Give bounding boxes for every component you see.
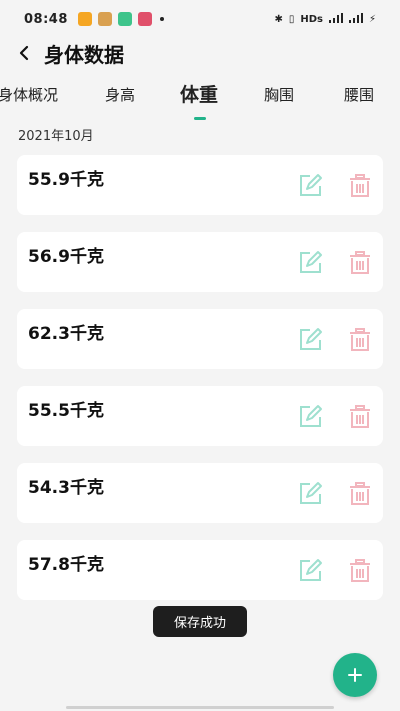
trash-icon (350, 251, 370, 274)
trash-icon (350, 405, 370, 428)
edit-button[interactable] (297, 481, 323, 507)
notes-app-icon (117, 12, 132, 26)
weibo-app-icon (77, 12, 92, 26)
plus-icon (348, 668, 362, 682)
trash-icon (350, 482, 370, 505)
trash-icon (350, 328, 370, 351)
edit-icon (300, 251, 322, 273)
edit-button[interactable] (297, 404, 323, 430)
hd-label: HDs (300, 13, 323, 25)
delete-button[interactable] (347, 250, 373, 276)
signal-icon-2 (348, 12, 363, 26)
weight-record-card: 57.8千克 (17, 540, 383, 600)
edit-button[interactable] (297, 558, 323, 584)
home-indicator (66, 706, 334, 709)
add-record-button[interactable] (333, 653, 377, 697)
weight-record-card: 54.3千克 (17, 463, 383, 523)
weight-value: 57.8千克 (28, 555, 104, 575)
vibrate-icon: ▯ (288, 13, 295, 25)
weight-record-card: 62.3千克 (17, 309, 383, 369)
weight-record-card: 55.9千克 (17, 155, 383, 215)
more-notifications-icon (159, 17, 164, 21)
back-arrow-icon (19, 45, 29, 61)
game-app-icon (97, 12, 112, 26)
active-tab-indicator (194, 117, 206, 120)
weight-value: 55.9千克 (28, 170, 104, 190)
delete-button[interactable] (347, 481, 373, 507)
delete-button[interactable] (347, 173, 373, 199)
toast-message: 保存成功 (153, 606, 247, 637)
video-app-icon (137, 12, 152, 26)
status-bar: 08:48 ✱ ▯ HDs ⚡ (0, 0, 400, 38)
tab-weight[interactable]: 体重 (180, 80, 218, 107)
edit-icon (300, 482, 322, 504)
weight-value: 62.3千克 (28, 324, 104, 344)
back-button[interactable] (4, 38, 44, 68)
status-app-icons (77, 12, 164, 26)
delete-button[interactable] (347, 558, 373, 584)
month-header: 2021年10月 (18, 129, 94, 144)
edit-button[interactable] (297, 327, 323, 353)
page-title: 身体数据 (44, 42, 124, 67)
weight-value: 56.9千克 (28, 247, 104, 267)
category-tabs: 身体概况 身高 体重 胸围 腰围 (0, 84, 400, 120)
delete-button[interactable] (347, 404, 373, 430)
edit-icon (300, 405, 322, 427)
charging-icon: ⚡ (368, 13, 376, 25)
status-time: 08:48 (24, 11, 68, 27)
edit-button[interactable] (297, 173, 323, 199)
trash-icon (350, 559, 370, 582)
weight-record-card: 56.9千克 (17, 232, 383, 292)
trash-icon (350, 174, 370, 197)
tab-overview[interactable]: 身体概况 (0, 84, 58, 105)
edit-icon (300, 174, 322, 196)
bluetooth-icon: ✱ (274, 13, 283, 25)
status-indicators: ✱ ▯ HDs ⚡ (274, 12, 376, 26)
weight-value: 55.5千克 (28, 401, 104, 421)
top-bar: 身体数据 (0, 38, 400, 68)
weight-record-card: 55.5千克 (17, 386, 383, 446)
tab-waist[interactable]: 腰围 (344, 84, 374, 105)
edit-button[interactable] (297, 250, 323, 276)
weight-value: 54.3千克 (28, 478, 104, 498)
tab-height[interactable]: 身高 (105, 84, 135, 105)
tab-chest[interactable]: 胸围 (264, 84, 294, 105)
signal-icon (328, 12, 343, 26)
edit-icon (300, 559, 322, 581)
edit-icon (300, 328, 322, 350)
delete-button[interactable] (347, 327, 373, 353)
